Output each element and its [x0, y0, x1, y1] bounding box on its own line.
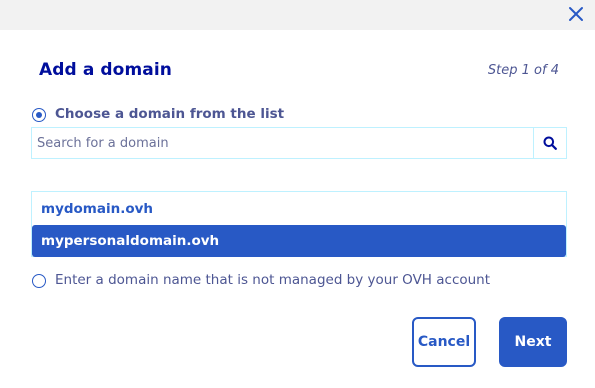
- step-indicator: Step 1 of 4: [487, 63, 559, 78]
- radio-enter-domain[interactable]: [32, 274, 46, 288]
- domain-list: mydomain.ovh mypersonaldomain.ovh: [31, 191, 567, 257]
- domain-list-item-selected[interactable]: mypersonaldomain.ovh: [32, 225, 566, 257]
- search-button[interactable]: [533, 128, 566, 158]
- dialog-header-bar: [0, 0, 595, 30]
- search-input[interactable]: [32, 128, 534, 158]
- choose-from-list-label[interactable]: Choose a domain from the list: [55, 106, 284, 122]
- search-field: [31, 127, 567, 159]
- close-icon: [569, 7, 583, 21]
- enter-domain-label[interactable]: Enter a domain name that is not managed …: [55, 272, 490, 288]
- next-button[interactable]: Next: [499, 317, 567, 367]
- close-button[interactable]: [567, 5, 585, 23]
- search-icon: [543, 136, 557, 150]
- cancel-button[interactable]: Cancel: [412, 317, 476, 367]
- dialog-title: Add a domain: [39, 60, 172, 80]
- domain-list-item[interactable]: mydomain.ovh: [32, 193, 566, 225]
- radio-choose-from-list[interactable]: [32, 108, 46, 122]
